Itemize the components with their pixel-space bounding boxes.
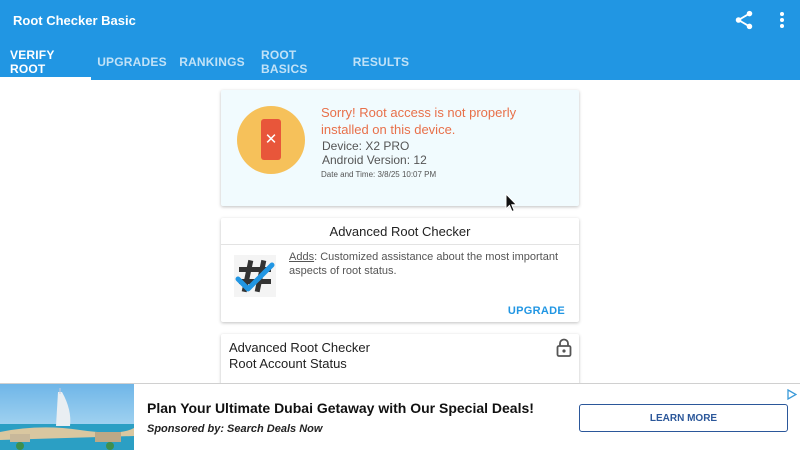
ad-banner[interactable]: Plan Your Ultimate Dubai Getaway with Ou… (0, 383, 800, 450)
adchoices-icon[interactable] (786, 387, 798, 401)
adds-text: : Customized assistance about the most i… (289, 251, 559, 277)
share-button[interactable] (733, 9, 755, 31)
root-checker-logo-icon (234, 255, 276, 297)
status-indicator: ✕ (237, 106, 305, 174)
overflow-menu-button[interactable] (773, 9, 791, 31)
app-title: Root Checker Basic (13, 13, 136, 28)
ad-headline[interactable]: Plan Your Ultimate Dubai Getaway with Ou… (147, 400, 534, 416)
ad-sponsor: Sponsored by: Search Deals Now (147, 423, 323, 435)
card-title: Advanced Root Checker (221, 218, 579, 245)
mouse-cursor (505, 192, 519, 213)
phone-x-icon: ✕ (261, 119, 281, 160)
device-name: Device: X2 PRO (322, 139, 410, 153)
feature-description: Adds: Customized assistance about the mo… (289, 250, 559, 278)
learn-more-button[interactable]: LEARN MORE (579, 404, 788, 432)
tab-rankings[interactable]: RANKINGS (173, 44, 251, 80)
ad-image[interactable] (0, 384, 134, 450)
status-message: Sorry! Root access is not properly insta… (321, 105, 517, 137)
lock-icon (556, 338, 572, 358)
check-date-time: Date and Time: 3/8/25 10:07 PM (321, 170, 437, 179)
upgrade-button[interactable]: UPGRADE (508, 305, 565, 317)
root-status-card: ✕ Sorry! Root access is not properly ins… (221, 90, 579, 206)
app-bar: Root Checker Basic VERIFY ROOT UPGRADES … (0, 0, 800, 80)
android-version: Android Version: 12 (322, 153, 427, 167)
tab-root-basics[interactable]: ROOT BASICS (251, 44, 345, 80)
share-icon (735, 10, 753, 30)
tab-bar: VERIFY ROOT UPGRADES RANKINGS ROOT BASIC… (0, 44, 417, 80)
advanced-root-checker-card: Advanced Root Checker Adds: Customized a… (221, 218, 579, 322)
locked-feature-subtitle: Root Account Status (229, 356, 347, 371)
adds-label: Adds (289, 251, 315, 263)
tab-upgrades[interactable]: UPGRADES (91, 44, 173, 80)
tab-verify-root[interactable]: VERIFY ROOT (0, 44, 91, 80)
locked-feature-title: Advanced Root Checker (229, 340, 370, 355)
tab-results[interactable]: RESULTS (345, 44, 417, 80)
more-vert-icon (780, 12, 784, 28)
